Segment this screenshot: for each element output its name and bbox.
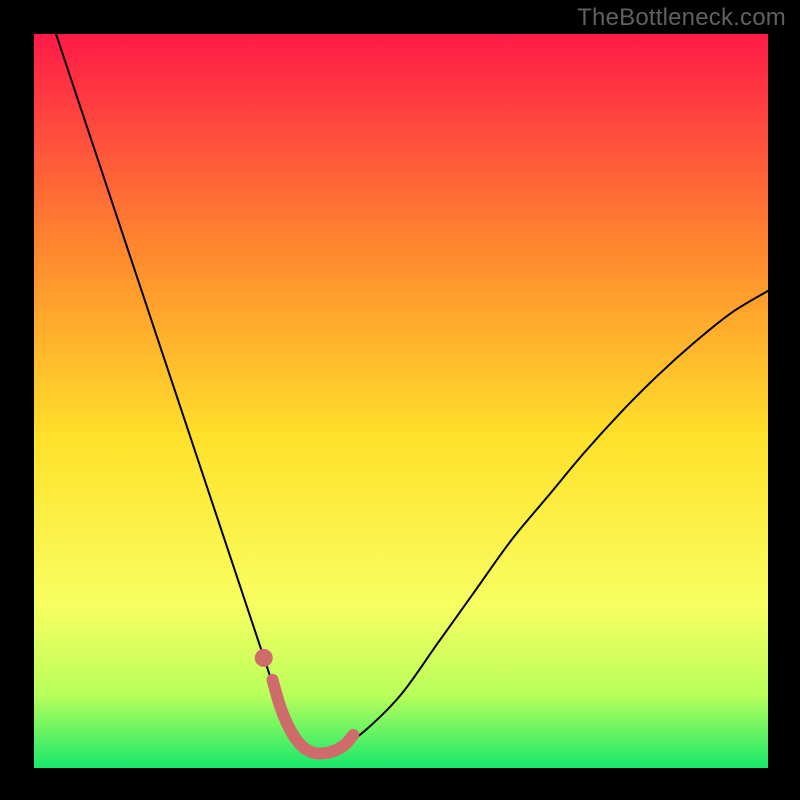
- watermark-text: TheBottleneck.com: [577, 4, 786, 32]
- highlight-dot: [255, 649, 273, 667]
- plot-background: [34, 34, 768, 768]
- chart-stage: TheBottleneck.com: [0, 0, 800, 800]
- bottleneck-chart: [0, 0, 800, 800]
